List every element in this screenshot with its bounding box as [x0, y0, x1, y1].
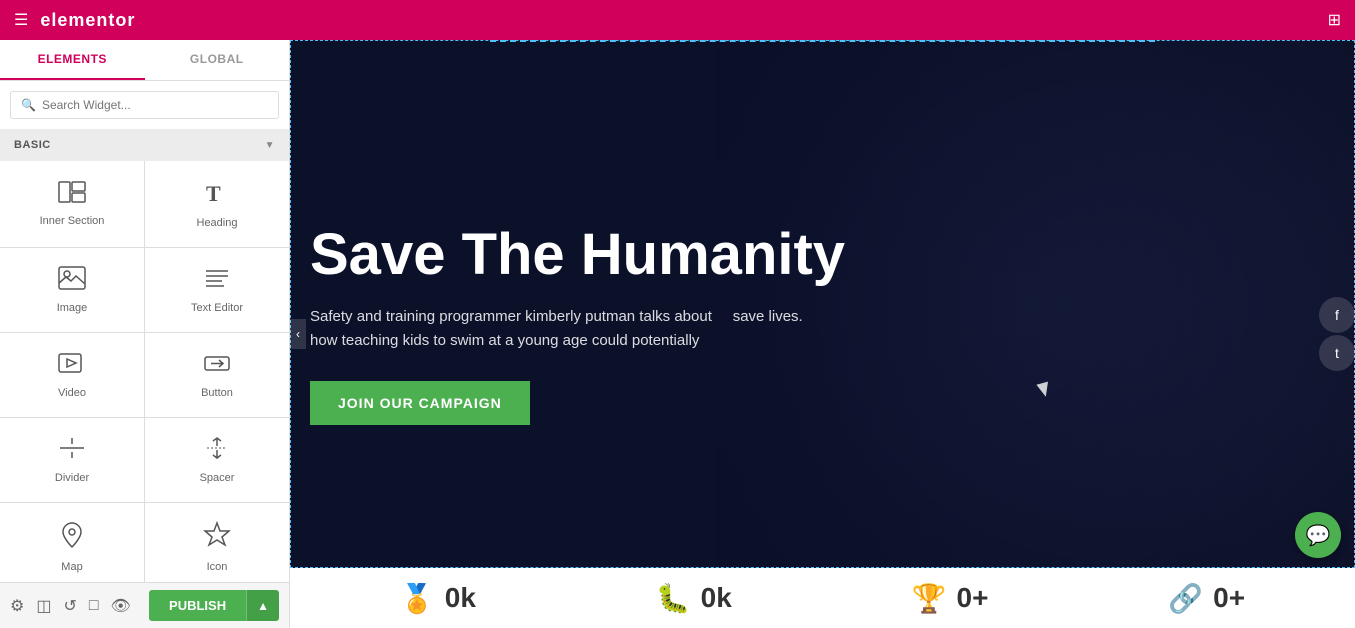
image-icon: [58, 266, 86, 294]
widget-heading[interactable]: T Heading: [145, 161, 289, 247]
hero-overlay: Save The Humanity Safety and training pr…: [290, 40, 1355, 628]
campaign-button[interactable]: JOIN OUR CAMPAIGN: [310, 381, 530, 425]
stat-icon-1: 🐛: [656, 582, 691, 615]
preview-icon[interactable]: 👁: [111, 596, 131, 616]
heading-icon: T: [204, 179, 230, 209]
widget-video[interactable]: Video: [0, 333, 144, 417]
icon-widget-icon: [203, 521, 231, 553]
top-bar: ☰ elementor ⊞: [0, 0, 1355, 40]
widget-text-editor[interactable]: Text Editor: [145, 248, 289, 332]
widget-heading-label: Heading: [197, 217, 238, 229]
widget-map[interactable]: Map: [0, 503, 144, 582]
text-editor-icon: [204, 266, 230, 294]
sidebar-tabs: ELEMENTS GLOBAL: [0, 40, 289, 81]
widget-button-label: Button: [201, 387, 233, 399]
twitter-icon[interactable]: t: [1319, 335, 1355, 371]
widget-text-editor-label: Text Editor: [191, 302, 243, 314]
stat-icon-0: 🏅: [400, 582, 435, 615]
search-icon: 🔍: [21, 98, 36, 112]
widget-button[interactable]: Button: [145, 333, 289, 417]
hero-content: Save The Humanity Safety and training pr…: [310, 223, 1010, 425]
left-arrow[interactable]: ‹: [290, 319, 306, 349]
widget-spacer[interactable]: Spacer: [145, 418, 289, 502]
chat-bubble[interactable]: 💬: [1295, 512, 1341, 558]
bottom-toolbar: ⚙ ◫ ↺ □ 👁 PUBLISH ▲: [0, 582, 289, 628]
facebook-icon[interactable]: f: [1319, 297, 1355, 333]
widget-inner-section-label: Inner Section: [40, 215, 105, 227]
history-icon[interactable]: ↺: [63, 596, 76, 616]
stat-item-3: 🔗 0+: [1168, 582, 1245, 615]
stat-icon-2: 🏆: [912, 582, 947, 615]
stat-value-1: 0k: [701, 582, 732, 614]
widget-icon-label: Icon: [207, 561, 228, 573]
hero-subtitle: Safety and training programmer kimberly …: [310, 305, 830, 353]
sidebar: ELEMENTS GLOBAL 🔍 BASIC ▼: [0, 40, 290, 628]
publish-arrow-button[interactable]: ▲: [246, 590, 279, 621]
chevron-down-icon: ▼: [265, 140, 275, 151]
video-icon: [58, 351, 86, 379]
stat-item-0: 🏅 0k: [400, 582, 476, 615]
widget-icon[interactable]: Icon: [145, 503, 289, 582]
layers-icon[interactable]: ◫: [36, 596, 51, 616]
stat-item-2: 🏆 0+: [912, 582, 989, 615]
top-bar-left: ☰ elementor: [14, 10, 135, 31]
widget-divider-label: Divider: [55, 472, 89, 484]
widget-image[interactable]: Image: [0, 248, 144, 332]
search-input[interactable]: [42, 98, 268, 112]
widget-spacer-label: Spacer: [200, 472, 235, 484]
section-label: BASIC: [14, 139, 51, 151]
canvas-area: Save The Humanity Safety and training pr…: [290, 40, 1355, 628]
widget-divider[interactable]: Divider: [0, 418, 144, 502]
spacer-icon: [203, 436, 231, 464]
map-icon: [59, 521, 85, 553]
main-area: ELEMENTS GLOBAL 🔍 BASIC ▼: [0, 40, 1355, 628]
widgets-grid: Inner Section T Heading: [0, 161, 289, 582]
widget-image-label: Image: [57, 302, 88, 314]
stats-bar: 🏅 0k 🐛 0k 🏆 0+ 🔗 0+: [290, 568, 1355, 628]
selection-top-border: [490, 40, 1155, 42]
responsive-icon[interactable]: □: [89, 597, 99, 615]
publish-btn-wrapper: PUBLISH ▲: [149, 590, 279, 621]
widget-video-label: Video: [58, 387, 86, 399]
bottom-left-icons: ⚙ ◫ ↺ □ 👁: [10, 596, 131, 616]
hero-title: Save The Humanity: [310, 223, 1010, 287]
grid-icon[interactable]: ⊞: [1328, 10, 1341, 30]
divider-icon: [58, 436, 86, 464]
stat-value-2: 0+: [957, 582, 989, 614]
canvas-frame: Save The Humanity Safety and training pr…: [290, 40, 1355, 628]
settings-icon[interactable]: ⚙: [10, 596, 24, 616]
hamburger-icon[interactable]: ☰: [14, 10, 28, 30]
elementor-logo: elementor: [40, 10, 135, 31]
social-sidebar: f t: [1319, 297, 1355, 371]
search-input-wrapper: 🔍: [10, 91, 279, 119]
tab-elements[interactable]: ELEMENTS: [0, 40, 145, 80]
svg-text:T: T: [206, 181, 221, 205]
inner-section-icon: [58, 181, 86, 207]
stat-value-0: 0k: [445, 582, 476, 614]
search-area: 🔍: [0, 81, 289, 129]
tab-global[interactable]: GLOBAL: [145, 40, 290, 80]
stat-icon-3: 🔗: [1168, 582, 1203, 615]
widget-map-label: Map: [61, 561, 82, 573]
widget-inner-section[interactable]: Inner Section: [0, 161, 144, 247]
button-icon: [203, 351, 231, 379]
stat-value-3: 0+: [1213, 582, 1245, 614]
stat-item-1: 🐛 0k: [656, 582, 732, 615]
section-header-basic[interactable]: BASIC ▼: [0, 129, 289, 161]
publish-button[interactable]: PUBLISH: [149, 590, 246, 621]
